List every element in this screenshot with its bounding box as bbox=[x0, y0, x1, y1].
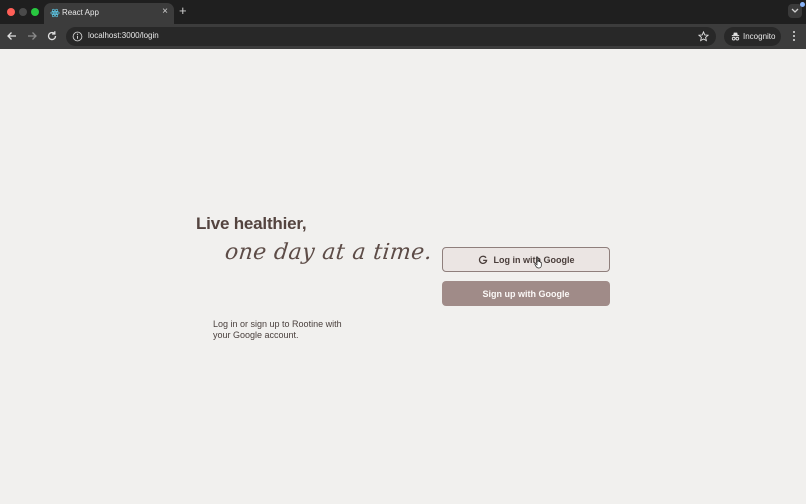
login-page: Live healthier, one day at a time. Log i… bbox=[0, 49, 806, 504]
signup-with-google-button[interactable]: Sign up with Google bbox=[442, 281, 610, 306]
reload-icon[interactable] bbox=[46, 30, 58, 42]
notification-dot bbox=[800, 2, 805, 7]
login-with-google-button[interactable]: Log in with Google bbox=[442, 247, 610, 272]
headline: Live healthier, bbox=[196, 214, 307, 233]
close-window-button[interactable] bbox=[7, 8, 15, 16]
browser-tab[interactable]: React App × bbox=[44, 3, 174, 24]
incognito-icon bbox=[731, 32, 740, 41]
back-arrow-icon[interactable] bbox=[6, 30, 18, 42]
more-options-icon[interactable] bbox=[790, 30, 798, 42]
google-icon bbox=[478, 255, 487, 264]
minimize-window-button[interactable] bbox=[19, 8, 27, 16]
maximize-window-button[interactable] bbox=[31, 8, 39, 16]
bookmark-star-icon[interactable] bbox=[698, 31, 709, 42]
browser-toolbar: localhost:3000/login Incognito bbox=[0, 24, 806, 49]
login-description: Log in or sign up to Rootine with your G… bbox=[213, 319, 342, 340]
mouse-pointer-icon bbox=[534, 256, 542, 269]
tagline: one day at a time. bbox=[223, 240, 434, 265]
chevron-down-icon bbox=[791, 8, 799, 13]
new-tab-button[interactable]: + bbox=[179, 4, 187, 18]
browser-titlebar: React App × + bbox=[0, 0, 806, 24]
forward-arrow-icon[interactable] bbox=[26, 30, 38, 42]
incognito-badge[interactable]: Incognito bbox=[724, 27, 781, 46]
url-text[interactable]: localhost:3000/login bbox=[88, 31, 159, 40]
signup-button-label: Sign up with Google bbox=[482, 288, 570, 299]
address-bar[interactable]: localhost:3000/login bbox=[66, 27, 716, 46]
tab-close-icon[interactable]: × bbox=[162, 6, 168, 18]
tab-title: React App bbox=[62, 8, 99, 17]
incognito-label: Incognito bbox=[743, 32, 776, 41]
react-icon bbox=[50, 8, 60, 18]
info-icon[interactable] bbox=[72, 31, 83, 42]
